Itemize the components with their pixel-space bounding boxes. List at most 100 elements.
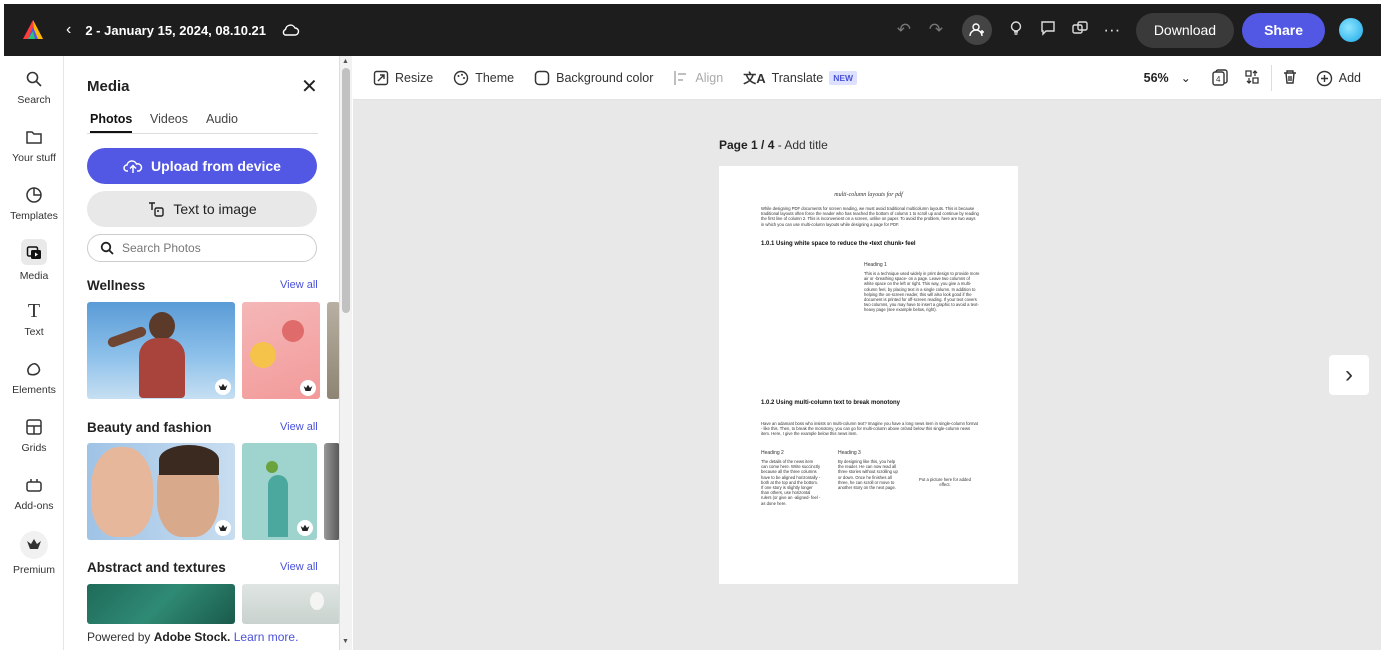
abstract-photo-1[interactable]: [87, 584, 235, 624]
wellness-photo-2[interactable]: [242, 302, 320, 399]
scroll-up-arrow-icon[interactable]: ▲: [342, 58, 349, 65]
doc-subheading-3: Heading 3: [838, 450, 861, 456]
adobe-express-logo[interactable]: [22, 19, 44, 41]
panel-scrollbar[interactable]: ▲ ▼: [340, 56, 352, 650]
templates-icon: [4, 184, 64, 206]
background-color-label: Background color: [556, 70, 654, 85]
background-color-button[interactable]: Background color: [534, 70, 653, 86]
premium-icon: [4, 530, 64, 560]
doc-heading-1-text: This is a technique used widely in print…: [864, 271, 980, 313]
footer-prefix: Powered by: [87, 630, 154, 644]
tab-videos[interactable]: Videos: [150, 112, 188, 126]
rail-label: Add-ons: [14, 500, 54, 512]
beauty-photo-2[interactable]: [242, 443, 317, 540]
undo-icon[interactable]: ↶: [888, 20, 920, 40]
search-photos-field[interactable]: [87, 234, 317, 262]
translate-button[interactable]: 文A Translate NEW: [743, 68, 858, 87]
add-page-button[interactable]: Add: [1316, 70, 1361, 87]
doc-intro: While designing PDF documents for screen…: [761, 206, 979, 227]
rail-item-search[interactable]: Search: [4, 68, 64, 106]
arrange-icon[interactable]: [1243, 68, 1261, 89]
rail-item-grids[interactable]: Grids: [4, 416, 64, 454]
tab-audio[interactable]: Audio: [206, 112, 238, 126]
lightbulb-icon[interactable]: [1000, 20, 1032, 41]
search-icon: [4, 68, 64, 90]
page-count-icon[interactable]: 4: [1211, 68, 1229, 89]
share-link-icon[interactable]: [1064, 20, 1096, 41]
avatar[interactable]: [1339, 18, 1363, 42]
page-label[interactable]: Page 1 / 4 - Add title: [719, 138, 828, 152]
doc-picture-note: Put a picture here for added effect.: [919, 477, 971, 488]
align-button[interactable]: Align: [673, 70, 723, 86]
rail-label: Media: [19, 270, 49, 282]
media-icon: [4, 238, 64, 266]
adobe-stock-footer: Powered by Adobe Stock. Learn more.: [87, 630, 298, 644]
zoom-chevron-down-icon[interactable]: ⌄: [1181, 71, 1191, 85]
rail-label: Elements: [12, 384, 56, 396]
document-page[interactable]: multi-column layouts for pdf While desig…: [719, 166, 1018, 584]
resize-icon: [373, 70, 389, 85]
text-to-image-button[interactable]: Text to image: [87, 191, 317, 227]
cloud-icon[interactable]: [280, 22, 300, 38]
translate-label: Translate: [771, 70, 824, 85]
doc-title: multi-column layouts for pdf: [834, 192, 903, 198]
close-icon[interactable]: ✕: [301, 74, 318, 99]
doc-subheading-2: Heading 2: [761, 450, 784, 456]
rail-item-add-ons[interactable]: Add-ons: [4, 474, 64, 512]
toolbar-divider: [1270, 65, 1272, 91]
premium-crown-icon: [297, 520, 313, 536]
beauty-photo-3[interactable]: [324, 443, 339, 540]
learn-more-link[interactable]: Learn more.: [234, 630, 299, 644]
text-to-image-icon: [149, 202, 165, 217]
folder-icon: [4, 126, 64, 148]
rail-item-your-stuff[interactable]: Your stuff: [4, 126, 64, 164]
view-all-beauty-link[interactable]: View all: [280, 421, 318, 433]
trash-icon[interactable]: [1282, 69, 1298, 88]
invite-user-button[interactable]: [961, 15, 992, 45]
download-button[interactable]: Download: [1135, 12, 1235, 48]
add-title-text: - Add title: [774, 138, 828, 152]
section-title-wellness: Wellness: [87, 278, 146, 293]
rail-item-templates[interactable]: Templates: [4, 184, 64, 222]
add-circle-icon: [1316, 70, 1332, 86]
search-photos-input[interactable]: [122, 241, 292, 255]
rail-item-elements[interactable]: Elements: [4, 358, 64, 396]
svg-text:4: 4: [1216, 75, 1221, 84]
rail-item-media[interactable]: Media: [4, 238, 64, 282]
abstract-photo-2[interactable]: [242, 584, 339, 624]
more-options-icon[interactable]: ···: [1096, 20, 1128, 40]
tab-photos[interactable]: Photos: [90, 112, 133, 133]
rail-item-premium[interactable]: Premium: [4, 530, 64, 576]
scroll-down-arrow-icon[interactable]: ▼: [342, 638, 349, 645]
text-icon: T: [27, 299, 41, 322]
premium-crown-icon: [215, 379, 231, 395]
comment-icon[interactable]: [1032, 20, 1064, 41]
scrollbar-thumb[interactable]: [342, 68, 350, 313]
translate-icon: 文A: [743, 71, 766, 86]
top-bar: ‹ 2 - January 15, 2024, 08.10.21 ↶ ↷ ···…: [4, 4, 1381, 56]
resize-button[interactable]: Resize: [373, 70, 433, 86]
document-title[interactable]: 2 - January 15, 2024, 08.10.21: [85, 23, 266, 38]
new-badge: NEW: [829, 70, 858, 85]
premium-crown-icon: [215, 520, 231, 536]
align-label: Align: [695, 70, 724, 85]
view-all-wellness-link[interactable]: View all: [280, 279, 318, 291]
rail-item-text[interactable]: T Text: [4, 299, 64, 339]
back-chevron-icon[interactable]: ‹: [66, 21, 71, 39]
view-all-abstract-link[interactable]: View all: [280, 561, 318, 573]
palette-icon: [454, 70, 469, 85]
media-tabs: Photos Videos Audio: [87, 112, 318, 134]
share-button[interactable]: Share: [1242, 12, 1325, 48]
search-icon: [100, 241, 114, 255]
section-title-abstract-and-textures: Abstract and textures: [87, 560, 226, 575]
zoom-level[interactable]: 56%: [1144, 71, 1169, 85]
media-panel: Media ✕ Photos Videos Audio Upload from …: [65, 56, 340, 650]
next-page-chevron-icon[interactable]: ›: [1329, 355, 1369, 395]
beauty-photo-1[interactable]: [87, 443, 235, 540]
wellness-photo-3[interactable]: [327, 302, 339, 399]
upload-from-device-button[interactable]: Upload from device: [87, 148, 317, 184]
rail-label: Templates: [10, 210, 58, 222]
theme-button[interactable]: Theme: [453, 70, 514, 86]
redo-icon[interactable]: ↷: [920, 20, 952, 40]
wellness-photo-1[interactable]: [87, 302, 235, 399]
